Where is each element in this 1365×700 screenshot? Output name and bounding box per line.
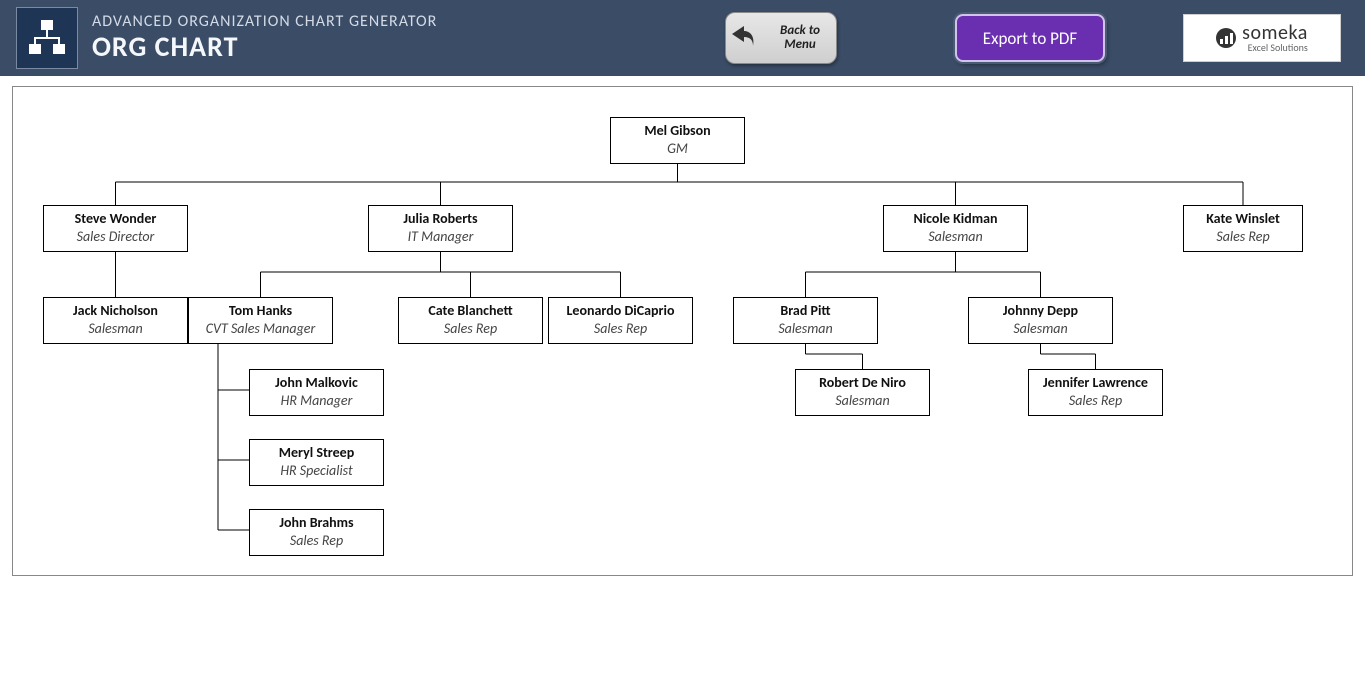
node-role: HR Specialist: [256, 462, 377, 480]
node-role: Salesman: [740, 320, 871, 338]
node-role: Sales Rep: [555, 320, 686, 338]
header-title: ORG CHART: [92, 31, 437, 63]
org-node[interactable]: Johnny DeppSalesman: [968, 297, 1113, 344]
node-name: Jack Nicholson: [50, 302, 181, 320]
org-node[interactable]: Steve WonderSales Director: [43, 205, 188, 252]
node-name: Julia Roberts: [375, 210, 506, 228]
org-chart-canvas: Mel GibsonGM Steve WonderSales Director Ju…: [12, 86, 1353, 576]
org-node[interactable]: Brad PittSalesman: [733, 297, 878, 344]
org-node[interactable]: Tom HanksCVT Sales Manager: [188, 297, 333, 344]
org-node[interactable]: Kate WinsletSales Rep: [1183, 205, 1303, 252]
org-node[interactable]: John BrahmsSales Rep: [249, 509, 384, 556]
node-role: Sales Rep: [1190, 228, 1296, 246]
node-role: IT Manager: [375, 228, 506, 246]
node-name: Kate Winslet: [1190, 210, 1296, 228]
node-role: Sales Rep: [405, 320, 536, 338]
org-node[interactable]: John MalkovicHR Manager: [249, 369, 384, 416]
brand-tagline: Excel Solutions: [1242, 43, 1308, 53]
org-node[interactable]: Robert De NiroSalesman: [795, 369, 930, 416]
node-name: Tom Hanks: [195, 302, 326, 320]
org-node[interactable]: Jack NicholsonSalesman: [43, 297, 188, 344]
org-node[interactable]: Cate BlanchettSales Rep: [398, 297, 543, 344]
back-to-menu-button[interactable]: Back to Menu: [725, 12, 837, 64]
node-role: Sales Rep: [1035, 392, 1156, 410]
app-header: ADVANCED ORGANIZATION CHART GENERATOR OR…: [0, 0, 1365, 76]
node-name: Cate Blanchett: [405, 302, 536, 320]
brand-logo: someka Excel Solutions: [1183, 14, 1341, 62]
org-node[interactable]: Julia RobertsIT Manager: [368, 205, 513, 252]
back-arrow-icon: [726, 20, 758, 57]
node-name: Jennifer Lawrence: [1035, 374, 1156, 392]
brand-name: someka: [1242, 23, 1308, 43]
node-name: Johnny Depp: [975, 302, 1106, 320]
node-role: CVT Sales Manager: [195, 320, 326, 338]
org-node[interactable]: Jennifer LawrenceSales Rep: [1028, 369, 1163, 416]
export-button-label: Export to PDF: [983, 28, 1077, 49]
node-name: John Brahms: [256, 514, 377, 532]
brand-bars-icon: [1216, 28, 1236, 48]
node-role: Salesman: [975, 320, 1106, 338]
node-name: Leonardo DiCaprio: [555, 302, 686, 320]
export-pdf-button[interactable]: Export to PDF: [955, 14, 1105, 62]
org-node[interactable]: Nicole KidmanSalesman: [883, 205, 1028, 252]
node-role: Sales Director: [50, 228, 181, 246]
node-name: John Malkovic: [256, 374, 377, 392]
node-name: Meryl Streep: [256, 444, 377, 462]
org-node[interactable]: Mel GibsonGM: [610, 117, 745, 164]
org-node[interactable]: Leonardo DiCaprioSales Rep: [548, 297, 693, 344]
node-role: HR Manager: [256, 392, 377, 410]
node-role: Sales Rep: [256, 532, 377, 550]
node-role: Salesman: [802, 392, 923, 410]
app-logo-icon: [16, 7, 78, 69]
node-name: Steve Wonder: [50, 210, 181, 228]
node-name: Robert De Niro: [802, 374, 923, 392]
node-role: GM: [617, 140, 738, 158]
node-name: Mel Gibson: [617, 122, 738, 140]
node-name: Brad Pitt: [740, 302, 871, 320]
node-role: Salesman: [890, 228, 1021, 246]
node-name: Nicole Kidman: [890, 210, 1021, 228]
node-role: Salesman: [50, 320, 181, 338]
org-node[interactable]: Meryl StreepHR Specialist: [249, 439, 384, 486]
back-button-label: Back to Menu: [764, 24, 836, 53]
